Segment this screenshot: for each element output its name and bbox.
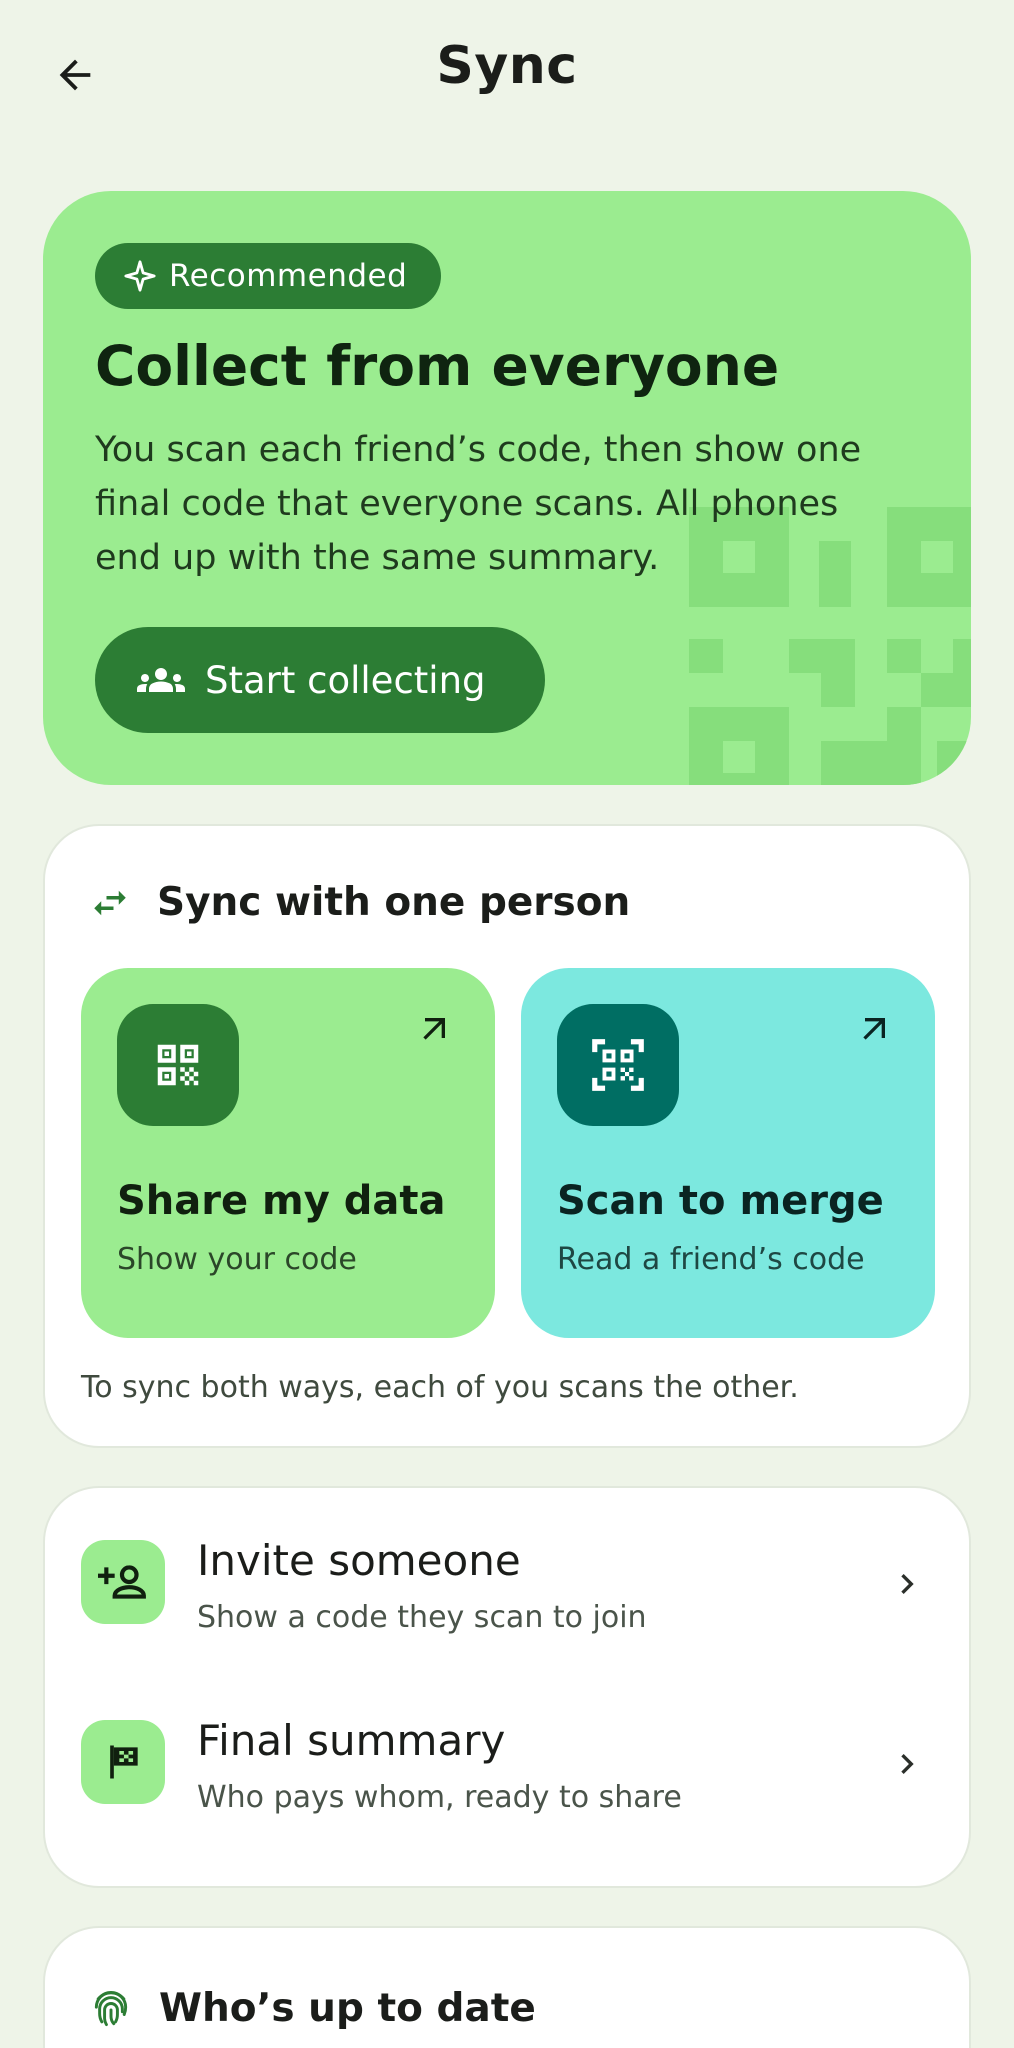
fingerprint-icon [94, 1990, 128, 2026]
share-my-data-tile[interactable]: Share my data Show your code [81, 968, 495, 1338]
actions-list-card: Invite someone Show a code they scan to … [43, 1486, 971, 1888]
scan-to-merge-tile[interactable]: Scan to merge Read a friend’s code [521, 968, 935, 1338]
qr-scan-icon [592, 1039, 644, 1091]
top-app-bar: Sync [0, 0, 1014, 150]
recommended-badge: Recommended [95, 243, 442, 309]
whos-up-to-date-card: Who’s up to date [43, 1926, 971, 2048]
start-collecting-label: Start collecting [205, 658, 486, 702]
qr-code-icon [157, 1044, 199, 1086]
chevron-right-icon [901, 1574, 914, 1594]
list-item-icon-container [81, 1540, 165, 1624]
final-summary-subtitle: Who pays whom, ready to share [197, 1780, 682, 1815]
hero-title: Collect from everyone [95, 334, 780, 398]
scan-to-merge-title: Scan to merge [557, 1178, 884, 1224]
person-add-icon [98, 1565, 146, 1599]
share-my-data-subtitle: Show your code [117, 1242, 357, 1277]
collect-from-everyone-card: Recommended Collect from everyone You sc… [43, 191, 971, 785]
whos-up-to-date-header: Who’s up to date [89, 1986, 536, 2031]
sparkle-icon [124, 260, 156, 292]
invite-someone-title: Invite someone [197, 1536, 521, 1585]
sync-both-ways-note: To sync both ways, each of you scans the… [81, 1370, 799, 1405]
sync-with-one-person-card: Sync with one person Share my data Show … [43, 824, 971, 1448]
group-icon [137, 668, 185, 692]
page-title: Sync [436, 36, 578, 96]
badge-label: Recommended [169, 258, 408, 294]
list-item-invite-someone[interactable]: Invite someone Show a code they scan to … [45, 1514, 973, 1664]
flag-icon [110, 1745, 138, 1779]
invite-someone-subtitle: Show a code they scan to join [197, 1600, 647, 1635]
start-collecting-button[interactable]: Start collecting [95, 627, 545, 733]
arrow-outward-icon [863, 1018, 885, 1040]
tile-icon-container [117, 1004, 239, 1126]
hero-description: You scan each friend’s code, then show o… [95, 430, 862, 578]
sync-one-header: Sync with one person [89, 880, 630, 925]
chevron-right-icon [901, 1754, 914, 1774]
list-item-icon-container [81, 1720, 165, 1804]
tile-icon-container [557, 1004, 679, 1126]
final-summary-title: Final summary [197, 1716, 506, 1765]
swap-arrows-icon [94, 890, 126, 915]
sync-one-title: Sync with one person [157, 880, 631, 925]
list-item-final-summary[interactable]: Final summary Who pays whom, ready to sh… [45, 1694, 973, 1844]
scan-to-merge-subtitle: Read a friend’s code [557, 1242, 865, 1277]
share-my-data-title: Share my data [117, 1178, 446, 1224]
arrow-outward-icon [423, 1018, 445, 1040]
whos-up-to-date-title: Who’s up to date [159, 1986, 536, 2031]
